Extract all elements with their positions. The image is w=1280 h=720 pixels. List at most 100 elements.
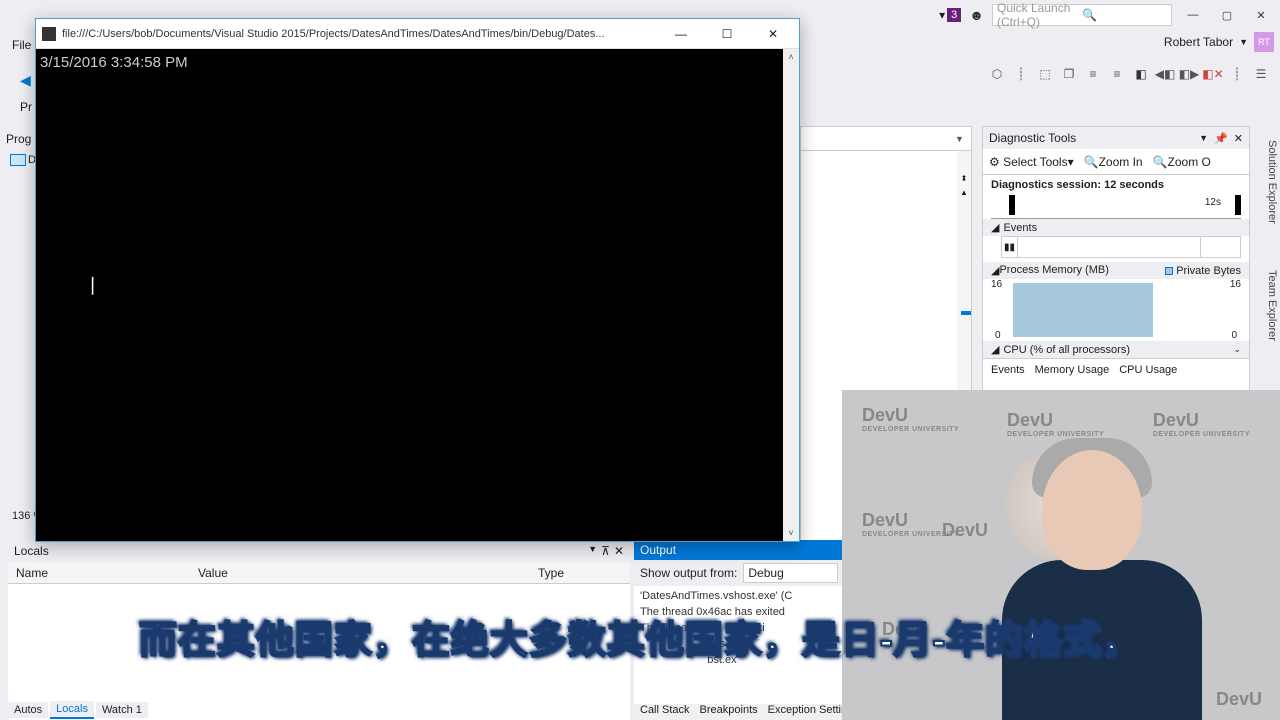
close-icon[interactable]: ✕ [1234, 132, 1243, 145]
y-axis-bottom-right: 0 [1231, 330, 1237, 341]
chevron-down-icon[interactable]: ▼ [1199, 133, 1208, 143]
chevron-down-icon[interactable]: ⌄ [1233, 344, 1241, 355]
list-icon[interactable]: ☰ [1252, 65, 1270, 83]
collapse-icon: ◢ [991, 221, 999, 234]
tab-team-explorer[interactable]: Team Explorer [1256, 262, 1280, 349]
indent-right-icon[interactable]: ≡ [1108, 65, 1126, 83]
devu-logo: DevU [882, 619, 928, 640]
output-line: The thread 0x46ac has exited [640, 606, 785, 618]
events-section-header[interactable]: ◢Events [983, 219, 1249, 236]
quick-launch-input[interactable]: Quick Launch (Ctrl+Q) 🔍 [992, 4, 1172, 26]
diag-tabs: Events Memory Usage CPU Usage [983, 358, 1249, 380]
copy-icon[interactable]: ❐ [1060, 65, 1078, 83]
quick-launch-placeholder: Quick Launch (Ctrl+Q) [997, 1, 1082, 29]
tab-events[interactable]: Events [991, 364, 1025, 376]
bookmark-next-icon[interactable]: ◧▶ [1180, 65, 1198, 83]
col-name[interactable]: Name [8, 566, 198, 580]
console-path: file:///C:/Users/bob/Documents/Visual St… [62, 28, 655, 40]
session-label: Diagnostics session: 12 seconds [983, 175, 1249, 195]
cpu-section-header[interactable]: ◢CPU (% of all processors)⌄ [983, 341, 1249, 358]
scroll-down-icon[interactable]: ˅ [783, 525, 799, 541]
events-segment-end [1200, 237, 1240, 257]
right-vertical-tabs: Solution Explorer Team Explorer [1256, 126, 1280, 349]
console-output[interactable]: 3/15/2016 3:34:58 PM ▏ ˄ ˅ [36, 49, 799, 541]
csharp-file-icon[interactable] [10, 154, 26, 166]
step-icon[interactable]: ⬚ [1036, 65, 1054, 83]
zoom-out-button[interactable]: 🔍Zoom O [1153, 155, 1211, 169]
pause-icon[interactable]: ▮▮ [1002, 237, 1018, 257]
zoom-in-icon: 🔍 [1084, 155, 1099, 169]
console-minimize-button[interactable]: — [661, 20, 701, 48]
timeline-end-marker[interactable] [1235, 195, 1241, 215]
split-icon[interactable]: ⬍ [957, 173, 971, 183]
collapse-icon: ◢ [991, 343, 999, 356]
tab-watch1[interactable]: Watch 1 [96, 702, 148, 718]
console-icon [42, 27, 56, 41]
notification-badge[interactable]: ▾ 3 [939, 8, 961, 22]
output-line: The thread has exi [640, 622, 765, 634]
truncated-text: Pr [20, 100, 32, 114]
close-button[interactable]: ✕ [1248, 5, 1274, 25]
tab-memory[interactable]: Memory Usage [1035, 364, 1110, 376]
user-account[interactable]: Robert Tabor ▼ RT [1164, 30, 1274, 54]
tab-breakpoints[interactable]: Breakpoints [696, 702, 762, 718]
console-maximize-button[interactable]: ☐ [707, 20, 747, 48]
hex-toggle-icon[interactable]: ⬡ [988, 65, 1006, 83]
memory-legend: Private Bytes [1165, 264, 1241, 277]
legend-swatch [1165, 267, 1173, 275]
zoom-out-icon: 🔍 [1153, 155, 1168, 169]
panel-title: Output [640, 543, 676, 557]
tab-truncated[interactable]: Prog [6, 132, 31, 146]
indent-left-icon[interactable]: ≡ [1084, 65, 1102, 83]
tab-locals[interactable]: Locals [50, 701, 94, 719]
scroll-up-icon[interactable]: ▲ [957, 187, 971, 197]
tab-callstack[interactable]: Call Stack [636, 702, 694, 718]
tab-cpu[interactable]: CPU Usage [1119, 364, 1177, 376]
output-source-select[interactable]: Debug [743, 563, 838, 583]
user-name: Robert Tabor [1164, 35, 1233, 49]
y-axis-top-right: 16 [1230, 279, 1241, 290]
select-tools-button[interactable]: ⚙ Select Tools▾ [989, 155, 1074, 169]
tab-solution-explorer[interactable]: Solution Explorer [1256, 132, 1280, 232]
output-line: has ex [640, 638, 740, 650]
bookmark-icon[interactable]: ◧ [1132, 65, 1150, 83]
col-value[interactable]: Value [198, 566, 538, 580]
gear-icon: ⚙ [989, 155, 1000, 169]
maximize-button[interactable]: ▢ [1214, 5, 1240, 25]
pin-icon[interactable]: ⊼ [601, 544, 610, 558]
output-line: bst.ex [640, 654, 737, 666]
pin-icon[interactable]: 📌 [1214, 132, 1228, 145]
timeline-start-marker[interactable] [1009, 195, 1015, 215]
events-track[interactable]: ▮▮ [1001, 236, 1241, 258]
insertion-marker [961, 311, 971, 315]
console-titlebar[interactable]: file:///C:/Users/bob/Documents/Visual St… [36, 19, 799, 49]
scroll-up-icon[interactable]: ˄ [783, 49, 799, 65]
tab-autos[interactable]: Autos [8, 702, 48, 718]
minimize-button[interactable]: — [1180, 5, 1206, 25]
left-margin: ◀ Pr Prog D [0, 50, 35, 540]
chevron-down-icon[interactable]: ▼ [588, 544, 597, 558]
devu-logo: DevUDEVELOPER UNIVERSITY [862, 510, 959, 538]
bookmark-clear-icon[interactable]: ◧✕ [1204, 65, 1222, 83]
notif-count: 3 [947, 8, 961, 22]
feedback-icon[interactable]: ☻ [969, 7, 984, 23]
events-segment [1018, 237, 1200, 257]
bottom-tabs-left: Autos Locals Watch 1 [8, 700, 148, 720]
zoom-in-button[interactable]: 🔍Zoom In [1084, 155, 1143, 169]
diagnostic-tools-panel: Diagnostic Tools ▼ 📌 ✕ ⚙ Select Tools▾ 🔍… [982, 126, 1250, 396]
back-icon[interactable]: ◀ [20, 72, 31, 89]
memory-section-header[interactable]: ◢Process Memory (MB) Private Bytes [983, 262, 1249, 279]
output-body[interactable]: 'DatesAndTimes.vshost.exe' (C The thread… [634, 586, 844, 670]
bookmark-prev-icon[interactable]: ◀◧ [1156, 65, 1174, 83]
timeline-label: 12s [1205, 197, 1221, 208]
memory-area-fill [1013, 283, 1153, 337]
close-icon[interactable]: ✕ [614, 544, 624, 558]
memory-chart[interactable]: 16 0 16 0 [991, 279, 1241, 341]
chevron-down-icon[interactable]: ▼ [955, 134, 969, 144]
collapse-icon: ◢ [991, 264, 999, 277]
console-close-button[interactable]: ✕ [753, 20, 793, 48]
timeline-ruler[interactable]: 12s [991, 195, 1241, 219]
col-type[interactable]: Type [538, 566, 630, 580]
console-scrollbar[interactable]: ˄ ˅ [783, 49, 799, 541]
chevron-down-icon: ▼ [1239, 37, 1248, 47]
